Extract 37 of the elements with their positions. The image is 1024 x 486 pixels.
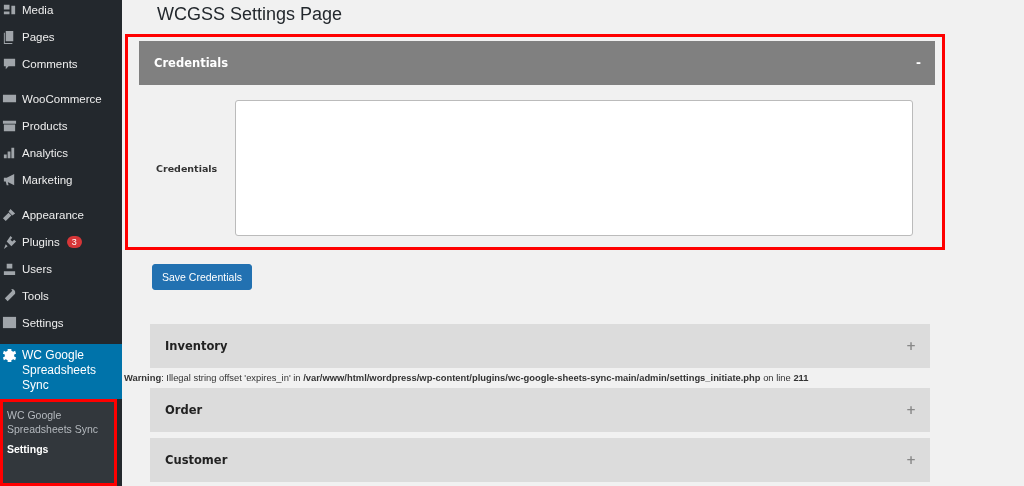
menu-item[interactable]: Comments [0,50,122,77]
section-title: Customer [165,453,228,467]
update-count-badge: 3 [66,235,82,248]
archive-icon [2,118,17,133]
bar-chart-icon [2,145,17,160]
field-label: Credentials [156,162,219,174]
megaphone-icon [2,172,17,187]
gear-icon [2,348,17,363]
credentials-input[interactable] [235,100,913,236]
menu-item[interactable]: Pages [0,23,122,50]
menu-item[interactable]: WC Google Spreadsheets Sync [0,344,122,399]
plug-icon [2,234,17,249]
page-title: WCGSS Settings Page [157,4,344,25]
section-title: Order [165,403,203,417]
menu-item[interactable]: Products [0,112,122,139]
user-icon [2,261,17,276]
menu-item[interactable]: WooCommerce [0,85,122,112]
toggle-sign[interactable]: - [916,56,921,70]
menu-item[interactable]: Analytics [0,139,122,166]
menu-item[interactable]: Marketing [0,166,122,193]
menu-item[interactable]: Appearance [0,201,122,228]
php-warning: Warning: Illegal string offset 'expires_in' in /var/www/html/wordpress/wp-content/plugins/wc-google-sheets-sync-main/admin/settings_initiate.php on line 211 [124,371,810,385]
media-icon [2,2,17,17]
accordion-header[interactable]: Credentials - [139,41,935,85]
menu-item[interactable]: Plugins 3 [0,228,122,255]
section-title: Inventory [165,339,228,353]
menu-item[interactable]: Media [0,0,122,23]
comment-icon [2,56,17,71]
menu-item[interactable]: Users [0,255,122,282]
submenu-item[interactable]: WC Google Spreadsheets Sync [7,408,110,436]
menu-item[interactable]: Tools [0,282,122,309]
brush-icon [2,207,17,222]
submenu-item[interactable]: Settings [7,442,110,456]
save-button[interactable]: Save Credentials [152,264,252,290]
section-title: Credentials [154,56,229,70]
menu-item[interactable]: Settings [0,309,122,336]
wrench-icon [2,288,17,303]
